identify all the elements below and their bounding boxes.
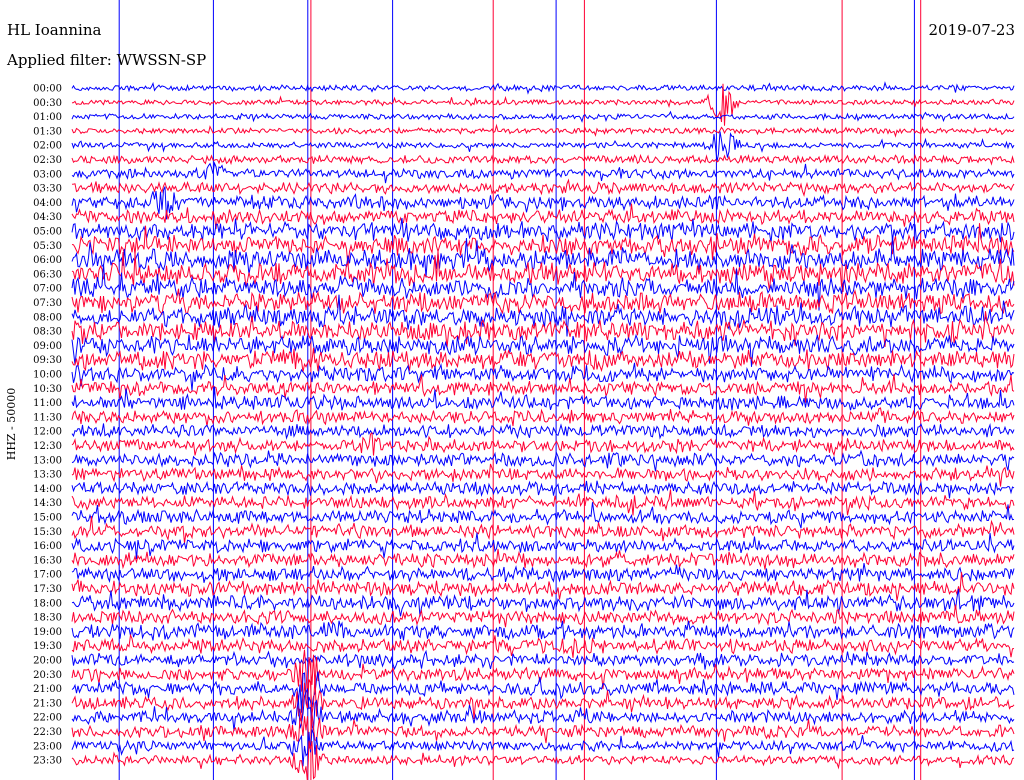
- row-label: 23:30: [33, 756, 62, 767]
- date-label: 2019-07-23: [929, 21, 1015, 39]
- row-label: 21:00: [33, 684, 62, 695]
- row-label: 23:00: [33, 741, 62, 752]
- row-label: 12:00: [33, 427, 62, 438]
- row-label: 07:30: [33, 298, 62, 309]
- row-label: 15:00: [33, 513, 62, 524]
- row-label: 18:30: [33, 613, 62, 624]
- row-label: 13:30: [33, 470, 62, 481]
- row-label: 02:00: [33, 141, 62, 152]
- row-label: 08:00: [33, 312, 62, 323]
- row-label: 15:30: [33, 527, 62, 538]
- row-label: 16:30: [33, 555, 62, 566]
- row-label: 04:00: [33, 198, 62, 209]
- row-label: 03:30: [33, 184, 62, 195]
- row-label: 09:30: [33, 355, 62, 366]
- row-label: 17:30: [33, 584, 62, 595]
- helicorder-plot: 00:00 00:30 01:00 01:30 02:00 02:30 03:00 03:30…: [5, 0, 1015, 780]
- row-label: 19:00: [33, 627, 62, 638]
- row-label: 08:30: [33, 327, 62, 338]
- row-label: 04:30: [33, 212, 62, 223]
- row-label: 01:30: [33, 126, 62, 137]
- row-label: 05:30: [33, 241, 62, 252]
- row-label: 07:00: [33, 284, 62, 295]
- row-label: 02:30: [33, 155, 62, 166]
- row-label: 09:00: [33, 341, 62, 352]
- row-label: 05:00: [33, 227, 62, 238]
- row-label: 10:30: [33, 384, 62, 395]
- row-label: 00:30: [33, 98, 62, 109]
- row-label: 20:00: [33, 656, 62, 667]
- row-label: 21:30: [33, 698, 62, 709]
- row-label: 12:30: [33, 441, 62, 452]
- row-label: 00:00: [33, 84, 62, 95]
- time-labels: 00:00 00:30 01:00 01:30 02:00 02:30 03:00 03:30…: [33, 84, 62, 767]
- y-axis-label: HHZ - 50000: [5, 388, 18, 461]
- row-label: 11:00: [33, 398, 62, 409]
- filter-label: Applied filter: WWSSN-SP: [6, 51, 206, 69]
- row-label: 10:00: [33, 370, 62, 381]
- row-label: 22:30: [33, 727, 62, 738]
- row-label: 16:00: [33, 541, 62, 552]
- row-label: 06:30: [33, 269, 62, 280]
- row-label: 11:30: [33, 412, 62, 423]
- row-label: 14:00: [33, 484, 62, 495]
- row-label: 01:00: [33, 112, 62, 123]
- row-label: 13:00: [33, 455, 62, 466]
- row-label: 19:30: [33, 641, 62, 652]
- row-label: 06:00: [33, 255, 62, 266]
- row-label: 03:00: [33, 169, 62, 180]
- station-title: HL Ioannina: [7, 21, 101, 39]
- row-label: 20:30: [33, 670, 62, 681]
- row-label: 14:30: [33, 498, 62, 509]
- row-label: 17:00: [33, 570, 62, 581]
- row-label: 18:00: [33, 598, 62, 609]
- row-label: 22:00: [33, 713, 62, 724]
